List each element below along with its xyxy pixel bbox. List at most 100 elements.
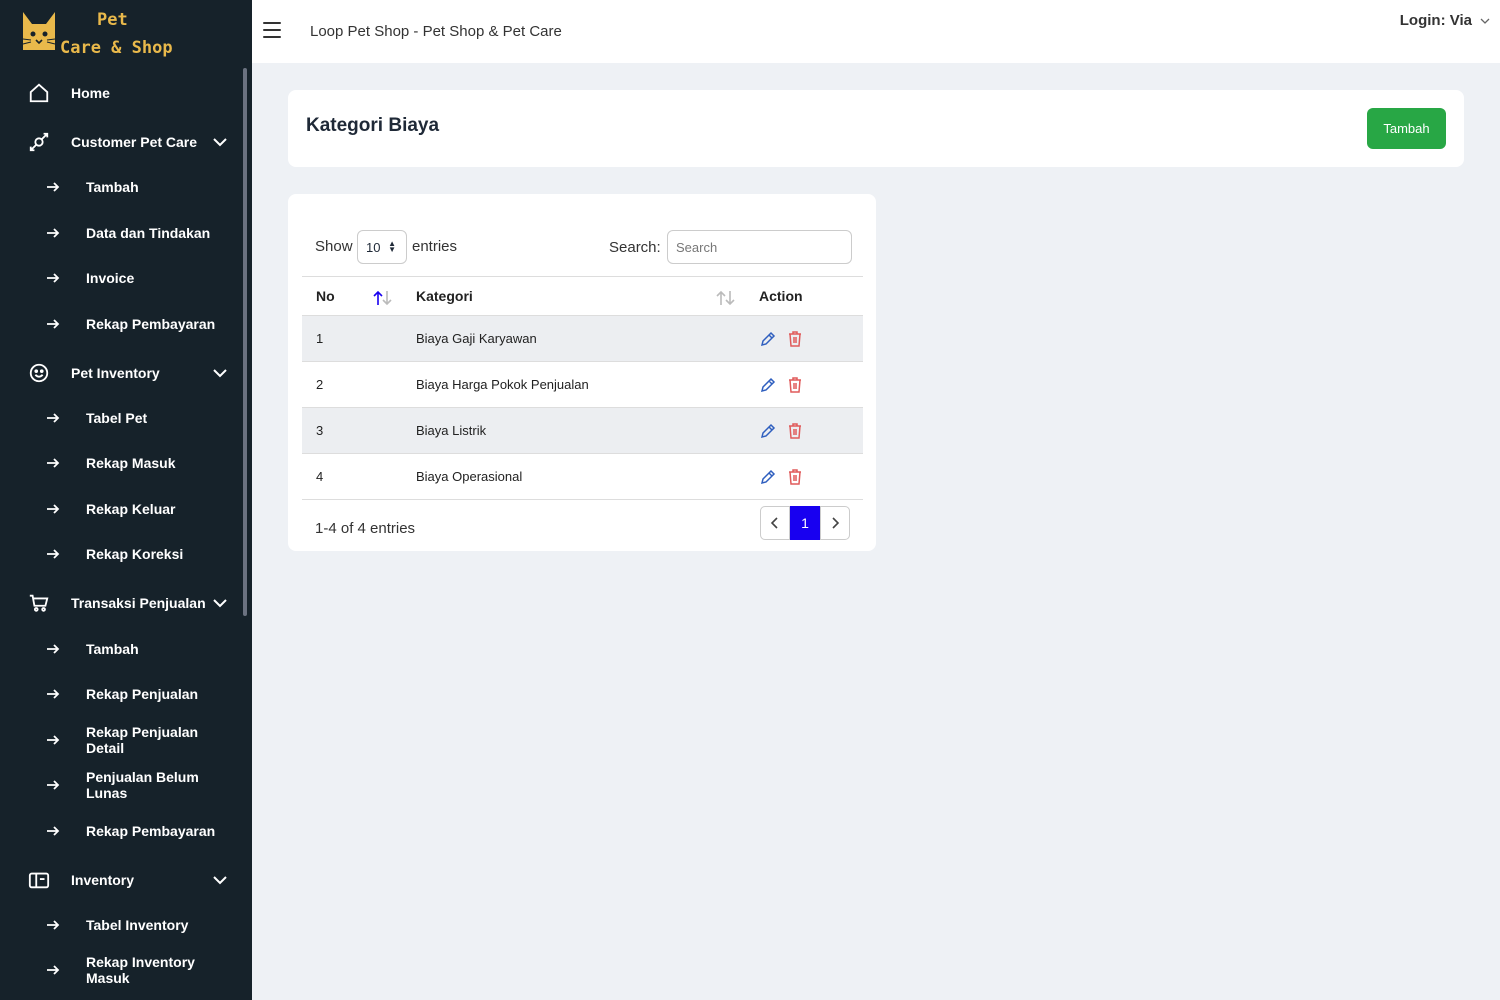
chevron-right-icon [832,517,840,529]
sidebar-item-tabel-inventory[interactable]: Tabel Inventory [0,905,240,945]
cell-action [745,361,863,408]
sidebar-item-transaksi-penjualan[interactable]: Transaksi Penjualan [0,583,240,623]
sidebar-item-home[interactable]: Home [0,73,240,113]
chevron-down-icon [213,369,227,378]
sidebar-item-label: Customer Pet Care [71,134,198,150]
sidebar-scrollbar[interactable] [243,68,247,616]
edit-icon[interactable] [759,422,777,440]
arrow-right-icon [47,458,60,468]
sidebar-item-data-tindakan[interactable]: Data dan Tindakan [0,213,240,253]
smiley-icon [27,361,51,385]
table-row: 3 Biaya Listrik [302,407,863,454]
sidebar-item-rekap-keluar[interactable]: Rekap Keluar [0,489,240,529]
sidebar-item-rekap-inventory-masuk[interactable]: Rekap Inventory Masuk [0,950,240,990]
menu-toggle-icon[interactable] [263,22,281,38]
cell-no: 4 [302,453,402,500]
sidebar-item-rekap-masuk[interactable]: Rekap Masuk [0,443,240,483]
cell-action [745,407,863,454]
arrow-right-icon [47,319,60,329]
topbar: Loop Pet Shop - Pet Shop & Pet Care Logi… [252,0,1500,63]
entries-select[interactable]: 10 ▲ ▼ [357,230,407,264]
cell-no: 1 [302,315,402,362]
page-title: Kategori Biaya [306,115,440,136]
add-button[interactable]: Tambah [1367,108,1446,149]
header-label: Kategori [416,288,473,304]
edit-icon[interactable] [759,376,777,394]
sidebar-item-tambah-penjualan[interactable]: Tambah [0,629,240,669]
brand-line1: Pet [97,10,128,30]
data-table: No Kategori Action 1 Biaya Gaji Karyawan [302,276,863,500]
sidebar-item-pet-inventory[interactable]: Pet Inventory [0,353,240,393]
delete-icon[interactable] [786,422,804,440]
cell-kategori: Biaya Gaji Karyawan [402,315,745,362]
sidebar: Pet Care & Shop Home Customer Pet Care T… [0,0,252,1000]
box-icon [27,868,51,892]
pagination: 1 [760,506,850,540]
sidebar-item-rekap-penjualan[interactable]: Rekap Penjualan [0,674,240,714]
header-label: No [316,288,335,304]
page-button-current[interactable]: 1 [790,506,820,540]
brand-text: Pet Care & Shop [60,6,173,62]
sidebar-item-customer-pet-care[interactable]: Customer Pet Care [0,122,240,162]
chevron-down-icon [213,599,227,608]
sort-icon [716,290,735,306]
chevron-left-icon [770,517,778,529]
select-arrows-icon: ▲ ▼ [388,239,396,254]
column-header-no[interactable]: No [302,276,402,316]
brand-line2: Care & Shop [60,38,173,58]
cell-action [745,453,863,500]
sidebar-item-label: Rekap Keluar [86,501,176,517]
sidebar-item-label: Rekap Penjualan [86,686,199,702]
sidebar-item-rekap-pembayaran-penjualan[interactable]: Rekap Pembayaran [0,811,240,851]
arrow-right-icon [47,504,60,514]
cat-logo-icon [22,12,56,50]
sidebar-item-label: Home [71,85,110,101]
prev-page-button[interactable] [760,506,790,540]
page-header-card: Kategori Biaya Tambah [288,90,1464,167]
chevron-down-icon [1480,18,1490,24]
arrow-right-icon [47,920,60,930]
table-card: Show 10 ▲▼ entries Search: No Kategori A… [288,194,876,551]
cell-no: 3 [302,407,402,454]
edit-icon[interactable] [759,468,777,486]
search-label: Search: [609,239,661,256]
search-input[interactable] [667,230,852,264]
sidebar-item-label: Tambah [86,179,139,195]
delete-icon[interactable] [786,330,804,348]
user-menu[interactable]: Login: Via [1400,12,1490,29]
sidebar-item-rekap-pembayaran-care[interactable]: Rekap Pembayaran [0,304,240,344]
sidebar-item-label: Rekap Pembayaran [86,316,216,332]
sidebar-item-invoice[interactable]: Invoice [0,258,240,298]
arrow-right-icon [47,965,60,975]
delete-icon[interactable] [786,468,804,486]
cell-kategori: Biaya Listrik [402,407,745,454]
sort-asc-icon [373,290,392,306]
cart-icon [27,591,51,615]
sidebar-item-rekap-penjualan-detail[interactable]: Rekap Penjualan Detail [0,720,240,760]
column-header-kategori[interactable]: Kategori [402,276,745,316]
arrow-right-icon [47,182,60,192]
edit-icon[interactable] [759,330,777,348]
sidebar-item-label: Data dan Tindakan [86,225,211,241]
arrow-right-icon [47,644,60,654]
cell-kategori: Biaya Operasional [402,453,745,500]
cell-action [745,315,863,362]
arrow-right-icon [47,689,60,699]
delete-icon[interactable] [786,376,804,394]
arrow-right-icon [47,549,60,559]
sidebar-item-tabel-pet[interactable]: Tabel Pet [0,398,240,438]
brand-logo[interactable]: Pet Care & Shop [20,6,220,58]
arrow-right-icon [47,273,60,283]
sidebar-item-rekap-koreksi[interactable]: Rekap Koreksi [0,534,240,574]
sidebar-item-label: Tabel Pet [86,410,148,426]
cell-kategori: Biaya Harga Pokok Penjualan [402,361,745,408]
sidebar-item-inventory[interactable]: Inventory [0,860,240,900]
sidebar-item-label: Rekap Inventory Masuk [86,954,195,986]
next-page-button[interactable] [820,506,850,540]
sidebar-item-penjualan-belum-lunas[interactable]: Penjualan Belum Lunas [0,765,240,805]
sidebar-item-tambah-care[interactable]: Tambah [0,167,240,207]
chevron-down-icon [213,138,227,147]
arrow-right-icon [47,228,60,238]
entries-label: entries [412,238,458,255]
entries-value: 10 [366,239,381,255]
